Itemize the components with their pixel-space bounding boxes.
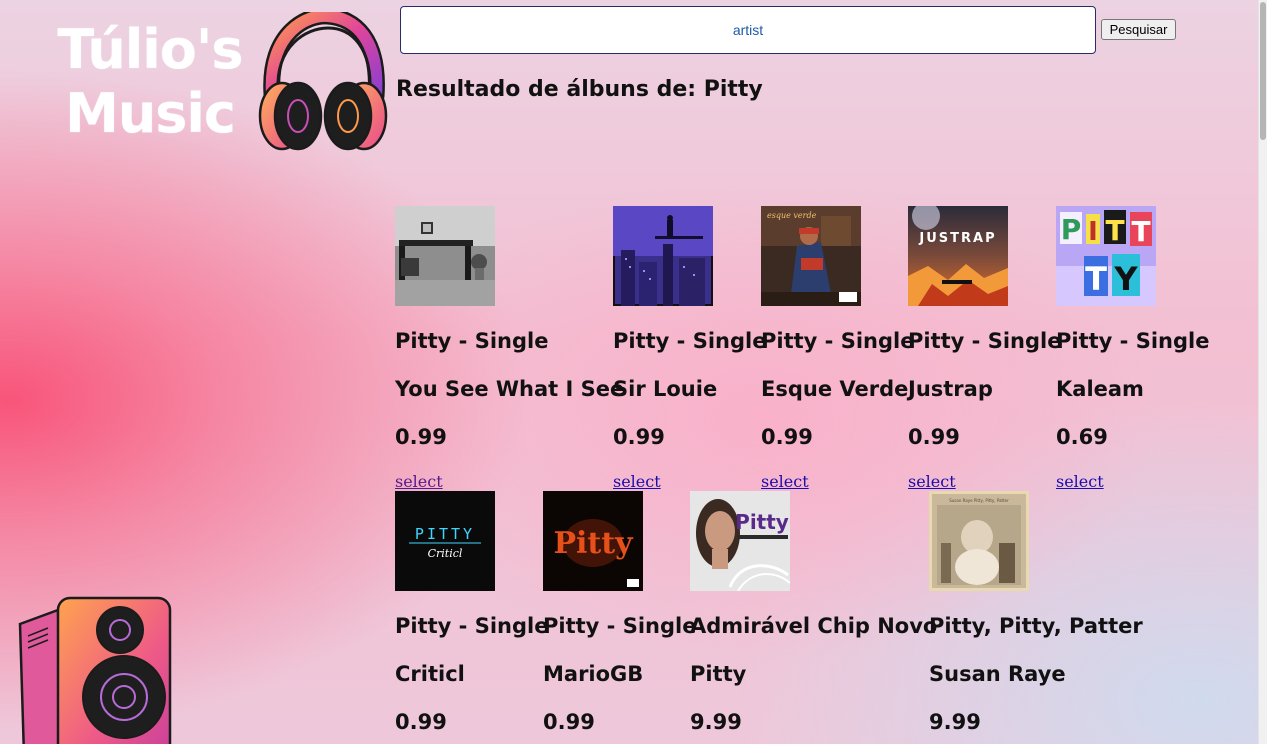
- svg-text:Y: Y: [1113, 260, 1138, 298]
- track-name: Esque Verde: [761, 377, 909, 401]
- select-link[interactable]: select: [908, 472, 956, 491]
- album-cover[interactable]: [613, 206, 713, 306]
- track-name: Pitty: [690, 662, 747, 686]
- track-name: Sir Louie: [613, 377, 718, 401]
- cover-title: Pitty: [553, 526, 634, 561]
- track-name: Susan Raye: [929, 662, 1066, 686]
- track-price: 0.99: [908, 425, 960, 449]
- svg-text:esque verde: esque verde: [767, 211, 817, 220]
- flame-logo-icon: Pitty: [543, 491, 643, 591]
- logo-line-2: Music: [65, 82, 236, 145]
- album-cover[interactable]: Susan Raye Pitty, Pitty, Patter: [929, 491, 1029, 591]
- track-price: 0.69: [1056, 425, 1108, 449]
- track-price: 0.99: [613, 425, 665, 449]
- cover-title: JUSTRAP: [918, 231, 996, 246]
- speaker-icon: [18, 596, 172, 744]
- svg-text:I: I: [1088, 217, 1098, 247]
- cover-title: PITTY: [415, 525, 475, 543]
- collection-name: Pitty - Single: [761, 329, 915, 353]
- piano-photo-icon: [395, 206, 495, 306]
- site-logo: Túlio's Music: [40, 18, 260, 146]
- collection-name: Pitty - Single: [395, 614, 549, 638]
- search-button[interactable]: Pesquisar: [1101, 19, 1176, 40]
- collection-name: Pitty - Single: [543, 614, 697, 638]
- select-link[interactable]: select: [395, 472, 443, 491]
- track-name: You See What I See: [395, 377, 625, 401]
- svg-text:T: T: [1105, 214, 1124, 247]
- city-night-icon: [613, 206, 713, 306]
- track-name: Criticl: [395, 662, 465, 686]
- cover-title: Susan Raye Pitty, Pitty, Patter: [949, 498, 1009, 503]
- select-link[interactable]: select: [613, 472, 661, 491]
- collection-name: Admirável Chip Novo: [690, 614, 938, 638]
- svg-text:T: T: [1131, 215, 1150, 248]
- album-cover[interactable]: Pitty: [690, 491, 790, 591]
- album-card: PITTY Criticl Pitty - Single Criticl 0.9…: [395, 491, 548, 744]
- track-price: 9.99: [690, 710, 742, 734]
- album-card: Pitty Admirável Chip Novo Pitty 9.99: [690, 491, 937, 744]
- collage-letters-icon: P I T T T Y: [1056, 206, 1156, 306]
- album-card: Pitty - Single Sir Louie 0.99 select: [613, 206, 766, 496]
- album-card: esque verde Pitty - Single Esque Verde 0…: [761, 206, 914, 496]
- select-link[interactable]: select: [1056, 472, 1104, 491]
- svg-text:T: T: [1085, 260, 1107, 298]
- track-price: 0.99: [543, 710, 595, 734]
- album-cover[interactable]: Pitty: [543, 491, 643, 591]
- track-name: Kaleam: [1056, 377, 1144, 401]
- album-card: Pitty - Single You See What I See 0.99 s…: [395, 206, 624, 496]
- scrollbar-thumb[interactable]: [1260, 2, 1266, 140]
- cover-title: Pitty: [735, 510, 789, 534]
- album-cover[interactable]: PITTY Criticl: [395, 491, 495, 591]
- neon-logo-icon: PITTY Criticl: [395, 491, 495, 591]
- album-card: Pitty Pitty - Single MarioGB 0.99: [543, 491, 696, 744]
- logo-line-1: Túlio's: [57, 18, 243, 81]
- album-card: JUSTRAP Pitty - Single Justrap 0.99 sele…: [908, 206, 1061, 496]
- album-cover[interactable]: [395, 206, 495, 306]
- collection-name: Pitty - Single: [395, 329, 549, 353]
- track-name: Justrap: [908, 377, 993, 401]
- collection-name: Pitty - Single: [908, 329, 1062, 353]
- track-price: 9.99: [929, 710, 981, 734]
- album-cover[interactable]: esque verde: [761, 206, 861, 306]
- portrait-icon: Pitty: [690, 491, 790, 591]
- results-heading: Resultado de álbuns de: Pitty: [396, 77, 763, 102]
- cover-subtitle: Criticl: [428, 547, 463, 560]
- svg-text:P: P: [1061, 213, 1082, 246]
- album-card: Susan Raye Pitty, Pitty, Patter Pitty, P…: [929, 491, 1149, 744]
- select-link[interactable]: select: [761, 472, 809, 491]
- search-input[interactable]: [400, 6, 1096, 54]
- track-price: 0.99: [395, 425, 447, 449]
- album-cover[interactable]: P I T T T Y: [1056, 206, 1156, 306]
- baby-photo-icon: Susan Raye Pitty, Pitty, Patter: [929, 491, 1029, 591]
- track-name: MarioGB: [543, 662, 644, 686]
- track-price: 0.99: [395, 710, 447, 734]
- street-photo-icon: esque verde: [761, 206, 861, 306]
- collection-name: Pitty - Single: [613, 329, 767, 353]
- album-card: P I T T T Y Pitty - Single Kaleam 0.69 s…: [1056, 206, 1210, 496]
- track-price: 0.99: [761, 425, 813, 449]
- fire-crowd-icon: JUSTRAP: [908, 206, 1008, 306]
- headphones-icon: [258, 12, 388, 151]
- collection-name: Pitty - Single: [1056, 329, 1210, 353]
- album-cover[interactable]: JUSTRAP: [908, 206, 1008, 306]
- collection-name: Pitty, Pitty, Patter: [929, 614, 1143, 638]
